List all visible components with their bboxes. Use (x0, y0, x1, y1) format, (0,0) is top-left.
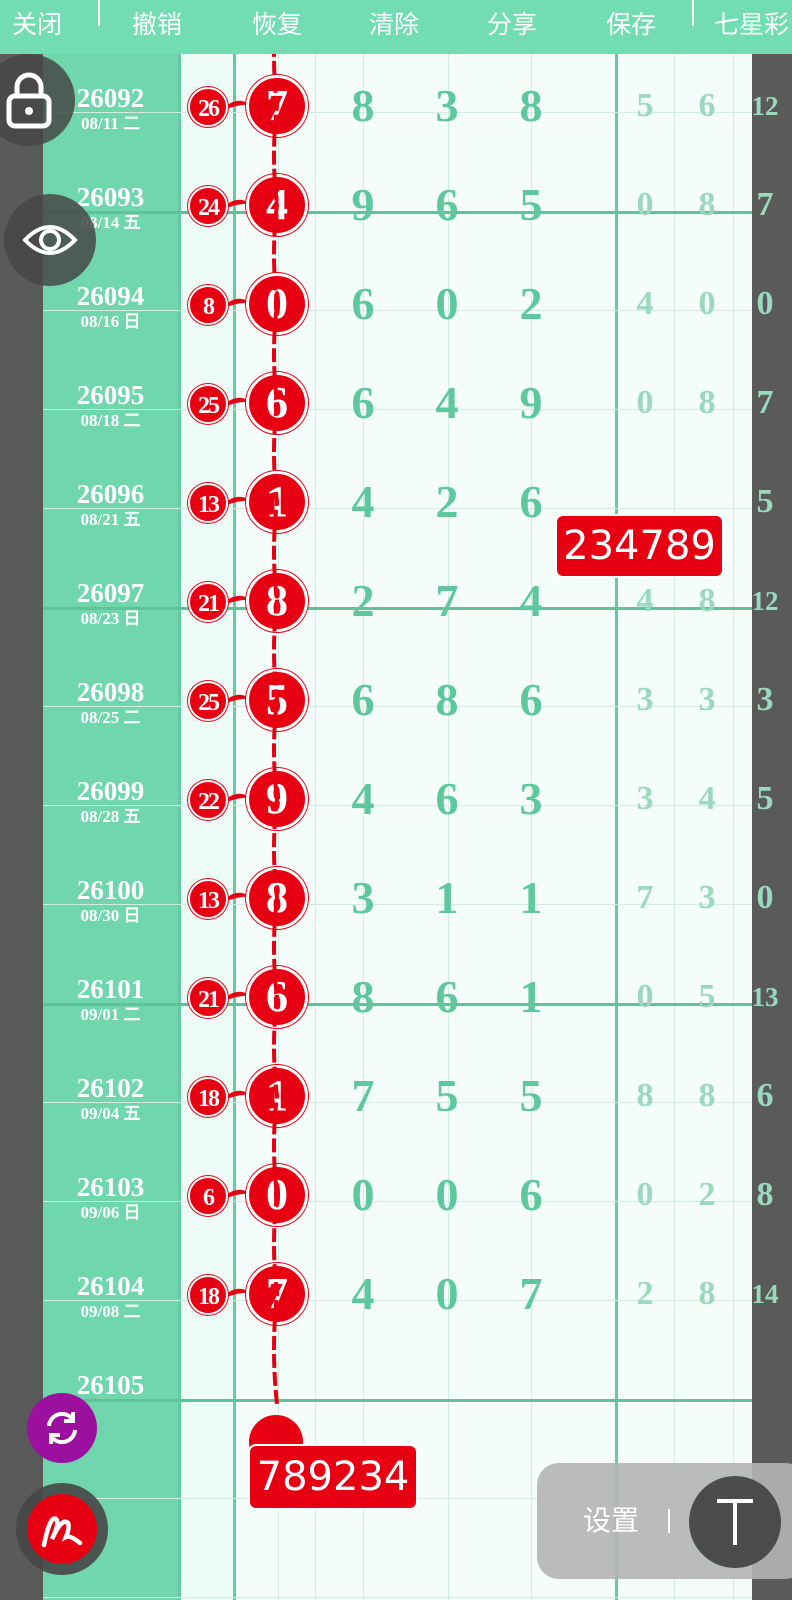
toolbar-separator (98, 0, 100, 26)
eye-icon (22, 225, 78, 255)
save-button[interactable]: 保存 (606, 0, 656, 50)
selection-tag-mid[interactable]: 234789 (557, 516, 722, 576)
lottery-type-button[interactable]: 七星彩 (714, 0, 789, 50)
trend-chain-line (272, 6, 280, 1405)
lock-icon (6, 72, 52, 129)
eye-button[interactable] (4, 194, 96, 286)
chain-path (272, 6, 280, 1405)
refresh-icon (47, 1411, 77, 1445)
settings-button[interactable]: 设置 (583, 1501, 639, 1541)
text-tool-icon (717, 1499, 753, 1545)
settings-panel: 设置 (537, 1463, 792, 1579)
refresh-button[interactable] (27, 1393, 97, 1463)
pen-icon (41, 1516, 83, 1548)
close-button[interactable]: 关闭 (12, 0, 62, 50)
share-button[interactable]: 分享 (487, 0, 537, 50)
pen-button[interactable] (16, 1483, 108, 1575)
undo-button[interactable]: 撤销 (132, 0, 182, 50)
redo-button[interactable]: 恢复 (252, 0, 302, 50)
text-tool-button[interactable] (689, 1476, 781, 1568)
selection-tag-bottom[interactable]: 789234 (250, 1446, 416, 1508)
toolbar-separator (692, 0, 694, 26)
toolbar: 关闭 撤销 恢复 清除 分享 保存 七星彩 (0, 0, 792, 54)
clear-button[interactable]: 清除 (369, 0, 419, 50)
separator (668, 1509, 670, 1533)
